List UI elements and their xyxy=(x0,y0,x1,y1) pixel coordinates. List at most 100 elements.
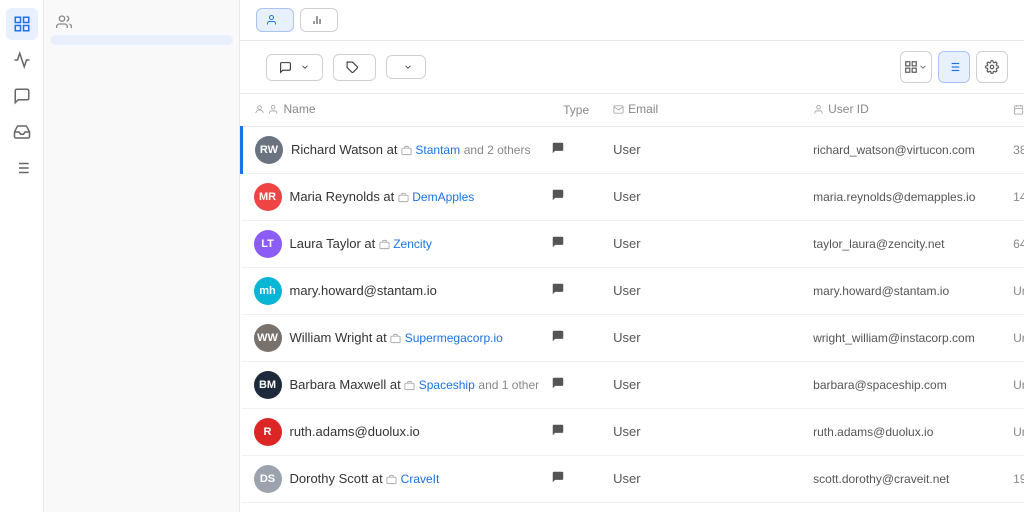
col-header-userid[interactable]: User ID xyxy=(801,94,1001,126)
users-table-container: Name Type Email xyxy=(240,94,1024,512)
users-table: Name Type Email xyxy=(240,94,1024,512)
sidebar-companies[interactable] xyxy=(44,78,239,92)
col-header-type[interactable]: Type xyxy=(551,94,601,126)
chat-bubble-icon xyxy=(551,378,565,393)
add-filter-button[interactable] xyxy=(344,15,364,25)
table-row[interactable]: WW William Wright at Supermegacorp.io Use… xyxy=(242,314,1024,361)
user-name-cell: LT Laura Taylor at Zencity xyxy=(242,220,552,267)
type-cell: User xyxy=(601,314,801,361)
chat-bubble-icon xyxy=(551,425,565,440)
chat-nav-icon[interactable] xyxy=(6,80,38,112)
chat-icon-cell xyxy=(551,126,601,173)
inbox-nav-icon[interactable] xyxy=(6,116,38,148)
email-cell: wright_william@instacorp.com xyxy=(801,314,1001,361)
chat-icon-cell xyxy=(551,455,601,502)
type-cell: User xyxy=(601,220,801,267)
user-name-text: Maria Reynolds at DemApples xyxy=(290,189,475,204)
settings-button[interactable] xyxy=(976,51,1008,83)
type-cell: User xyxy=(601,267,801,314)
users-filter-chip[interactable] xyxy=(256,8,294,32)
userid-cell: 14725 xyxy=(1001,173,1024,220)
user-name-text: ruth.adams@duolux.io xyxy=(290,424,420,439)
sidebar-conversations[interactable] xyxy=(44,92,239,106)
chat-icon-cell xyxy=(551,173,601,220)
chat-bubble-icon xyxy=(551,190,565,205)
type-cell: User xyxy=(601,361,801,408)
sidebar-item-all-leads[interactable] xyxy=(50,47,233,57)
table-row[interactable]: LTLaura Taylor at Zencity Usertaylor_lau… xyxy=(242,220,1024,267)
user-name-cell: RW Richard Watson at Stantam and 2 others xyxy=(242,126,552,173)
nav-icon-bar xyxy=(0,0,44,512)
email-cell: ruth.adams@duolux.io xyxy=(801,408,1001,455)
table-body: RW Richard Watson at Stantam and 2 others… xyxy=(242,126,1024,512)
user-name-cell: DS Dorothy Scott at CraveIt xyxy=(242,455,552,502)
home-nav-icon[interactable] xyxy=(6,8,38,40)
user-name-cell: mhmary.howard@stantam.io xyxy=(242,267,552,314)
email-cell: barbara@spaceship.com xyxy=(801,361,1001,408)
table-row[interactable]: Rruth.adams@duolux.io Userruth.adams@duo… xyxy=(242,408,1024,455)
table-row[interactable]: DS Dorothy Scott at CraveIt Userscott.dor… xyxy=(242,455,1024,502)
avatar: RW xyxy=(255,136,283,164)
user-name-text: William Wright at Supermegacorp.io xyxy=(290,330,503,345)
user-name-text: Richard Watson at Stantam and 2 others xyxy=(291,142,530,157)
avatar: DS xyxy=(254,465,282,493)
sidebar-item-all-users[interactable] xyxy=(50,35,233,45)
user-name-cell: BM Barbara Maxwell at Spaceship and 1 oth… xyxy=(242,361,552,408)
col-header-email[interactable]: Email xyxy=(601,94,801,126)
avatar: MR xyxy=(254,183,282,211)
chat-icon-cell xyxy=(551,314,601,361)
show-hidden-link[interactable] xyxy=(44,70,239,78)
col-header-name[interactable]: Name xyxy=(242,94,552,126)
list-nav-icon[interactable] xyxy=(6,152,38,184)
avatar: WW xyxy=(254,324,282,352)
avatar: BM xyxy=(254,371,282,399)
match-filter-chip[interactable] xyxy=(300,8,338,32)
user-name-text: mary.howard@stantam.io xyxy=(290,283,437,298)
email-cell: maria.reynolds@demapples.io xyxy=(801,173,1001,220)
userid-cell: Unknown xyxy=(1001,361,1024,408)
chat-icon-cell xyxy=(551,267,601,314)
userid-cell: Unknown xyxy=(1001,408,1024,455)
user-name-cell: WW William Wright at Supermegacorp.io xyxy=(242,314,552,361)
user-name-text: Laura Taylor at Zencity xyxy=(290,236,432,251)
table-row[interactable]: CECarol Ellis at HooBoo Usercarol_ellis@… xyxy=(242,502,1024,512)
table-row[interactable]: RW Richard Watson at Stantam and 2 others… xyxy=(242,126,1024,173)
list-view-button[interactable] xyxy=(938,51,970,83)
col-header-signed[interactable]: Signed xyxy=(1001,94,1024,126)
chat-icon-cell xyxy=(551,502,601,512)
type-cell: User xyxy=(601,502,801,512)
type-cell: User xyxy=(601,455,801,502)
chat-icon-cell xyxy=(551,361,601,408)
user-name-cell: CECarol Ellis at HooBoo xyxy=(242,502,552,512)
tag-button[interactable] xyxy=(333,54,376,81)
chat-bubble-icon xyxy=(551,284,565,299)
userid-cell: Unknown xyxy=(1001,314,1024,361)
user-name-text: Dorothy Scott at CraveIt xyxy=(290,471,440,486)
chat-icon-cell xyxy=(551,220,601,267)
userid-cell: 64445 xyxy=(1001,220,1024,267)
chat-bubble-icon xyxy=(551,237,565,252)
table-row[interactable]: BM Barbara Maxwell at Spaceship and 1 oth… xyxy=(242,361,1024,408)
toolbar-left xyxy=(256,54,426,81)
more-button[interactable] xyxy=(386,55,426,79)
activity-nav-icon[interactable] xyxy=(6,44,38,76)
table-header-row: Name Type Email xyxy=(242,94,1024,126)
grid-view-button[interactable] xyxy=(900,51,932,83)
userid-cell: 19532 xyxy=(1001,455,1024,502)
table-row[interactable]: MR Maria Reynolds at DemApples Usermaria.… xyxy=(242,173,1024,220)
avatar: LT xyxy=(254,230,282,258)
table-row[interactable]: mhmary.howard@stantam.io Usermary.howard… xyxy=(242,267,1024,314)
email-cell: mary.howard@stantam.io xyxy=(801,267,1001,314)
message-button[interactable] xyxy=(266,54,323,81)
user-name-text: Barbara Maxwell at Spaceship and 1 other xyxy=(290,377,540,392)
type-cell: User xyxy=(601,126,801,173)
userid-cell: 38585 xyxy=(1001,126,1024,173)
sidebar-start-guide[interactable] xyxy=(44,106,239,120)
avatar: R xyxy=(254,418,282,446)
main-content: Name Type Email xyxy=(240,0,1024,512)
sidebar-people-heading xyxy=(44,8,239,34)
sidebar xyxy=(44,0,240,512)
email-cell: scott.dorothy@craveit.net xyxy=(801,455,1001,502)
type-cell: User xyxy=(601,173,801,220)
sidebar-item-slipping-away[interactable] xyxy=(50,59,233,69)
